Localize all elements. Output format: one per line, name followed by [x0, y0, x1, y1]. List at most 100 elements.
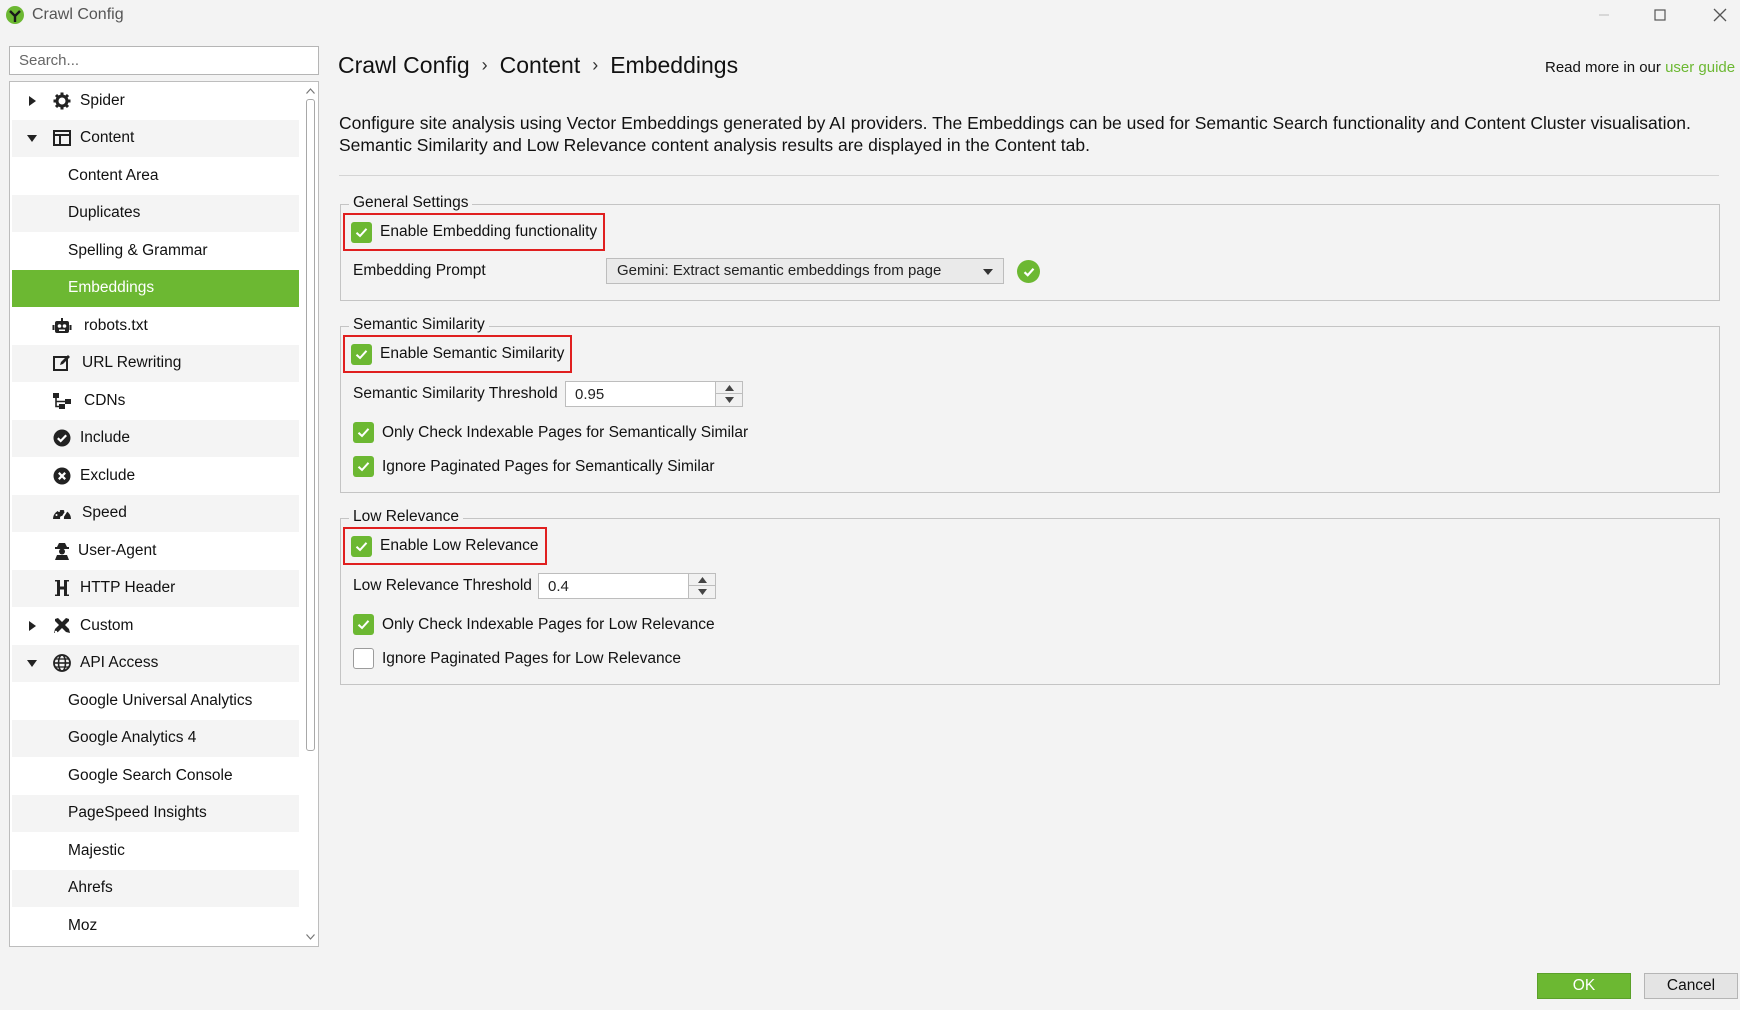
sidebar-item-label: User-Agent	[78, 541, 157, 559]
sidebar-item-label: Google Analytics 4	[68, 729, 197, 747]
sidebar-item-label: Moz	[68, 916, 98, 934]
scroll-up-icon[interactable]	[305, 86, 316, 97]
sidebar-scrollbar[interactable]	[302, 82, 318, 946]
stepper-buttons	[688, 574, 715, 598]
group-legend: General Settings	[349, 194, 473, 212]
general-settings-group: General Settings Enable Embedding functi…	[340, 194, 1720, 301]
sidebar-item-google-search-console[interactable]: Google Search Console	[12, 757, 299, 795]
breadcrumb: Crawl Config › Content › Embeddings	[338, 52, 738, 79]
cancel-button[interactable]: Cancel	[1644, 973, 1738, 999]
minimize-button[interactable]	[1581, 0, 1627, 30]
chevron-down-icon	[983, 269, 993, 275]
sidebar-item-user-agent[interactable]: User-Agent	[12, 532, 299, 570]
enable-embedding-checkbox[interactable]: Enable Embedding functionality	[342, 213, 606, 251]
checkbox-label: Only Check Indexable Pages for Low Relev…	[382, 615, 715, 633]
sidebar-item-content-area[interactable]: Content Area	[12, 157, 299, 195]
sidebar-item-pagespeed-insights[interactable]: PageSpeed Insights	[12, 794, 299, 832]
group-legend: Semantic Similarity	[349, 316, 489, 334]
sidebar-item-ahrefs[interactable]: Ahrefs	[12, 869, 299, 907]
stepper-value[interactable]: 0.95	[575, 386, 604, 403]
checkbox-checked-icon[interactable]	[351, 535, 372, 557]
sidebar-item-url-rewriting[interactable]: URL Rewriting	[12, 344, 299, 382]
embedding-prompt-select[interactable]: Gemini: Extract semantic embeddings from…	[606, 258, 1004, 284]
semantic-indexable-checkbox[interactable]: Only Check Indexable Pages for Semantica…	[353, 422, 748, 443]
read-more: Read more in our user guide	[1545, 59, 1735, 76]
low-paginated-checkbox[interactable]: Ignore Paginated Pages for Low Relevance	[353, 648, 681, 669]
sidebar-item-include[interactable]: Include	[12, 419, 299, 457]
user-guide-link[interactable]: user guide	[1665, 59, 1735, 76]
sidebar-item-label: Spider	[80, 91, 125, 109]
sidebar-item-google-universal-analytics[interactable]: Google Universal Analytics	[12, 682, 299, 720]
semantic-threshold-stepper[interactable]: 0.95	[565, 381, 743, 407]
expand-arrow-icon[interactable]	[26, 95, 38, 107]
breadcrumb-item[interactable]: Crawl Config	[338, 52, 470, 79]
sidebar-item-label: Content Area	[68, 166, 159, 184]
checkbox-checked-icon[interactable]	[353, 614, 374, 635]
sidebar-item-spider[interactable]: Spider	[12, 82, 299, 120]
read-more-text: Read more in our	[1545, 59, 1666, 76]
enable-low-relevance-checkbox[interactable]: Enable Low Relevance	[343, 527, 547, 565]
enable-semantic-similarity-checkbox[interactable]: Enable Semantic Similarity	[342, 335, 573, 373]
checkbox-unchecked-icon[interactable]	[353, 648, 374, 669]
breadcrumb-item[interactable]: Content	[500, 52, 581, 79]
sidebar-item-api-access[interactable]: API Access	[12, 644, 299, 682]
sidebar-item-http-header[interactable]: HTTP Header	[12, 569, 299, 607]
sidebar-item-spelling-grammar[interactable]: Spelling & Grammar	[12, 232, 299, 270]
low-threshold-label: Low Relevance Threshold	[353, 577, 532, 594]
sidebar-tree: Spider Content Content Area Duplicates S…	[9, 81, 319, 947]
sidebar-item-content[interactable]: Content	[12, 119, 299, 157]
sidebar-item-label: Exclude	[80, 466, 136, 484]
sidebar-item-cdns[interactable]: CDNs	[12, 382, 299, 420]
close-icon	[1713, 8, 1727, 22]
collapse-arrow-icon[interactable]	[26, 657, 38, 669]
scroll-down-icon[interactable]	[305, 931, 316, 942]
sidebar-item-robots-txt[interactable]: robots.txt	[12, 307, 299, 345]
low-indexable-checkbox[interactable]: Only Check Indexable Pages for Low Relev…	[353, 614, 715, 635]
checkbox-label: Enable Semantic Similarity	[380, 345, 565, 362]
sidebar-item-label: CDNs	[84, 391, 126, 409]
sidebar-item-majestic[interactable]: Majestic	[12, 832, 299, 870]
sidebar-item-google-analytics-4[interactable]: Google Analytics 4	[12, 719, 299, 757]
sidebar-item-duplicates[interactable]: Duplicates	[12, 194, 299, 232]
tools-icon	[52, 616, 72, 636]
scrollbar-thumb[interactable]	[306, 99, 315, 751]
checkbox-label: Ignore Paginated Pages for Low Relevance	[382, 649, 682, 667]
decrement-icon[interactable]	[716, 394, 742, 406]
sidebar-item-label: Include	[80, 429, 130, 447]
sidebar-item-label: Speed	[82, 504, 127, 522]
checkbox-checked-icon[interactable]	[351, 343, 372, 365]
sidebar-item-label: Embeddings	[68, 279, 155, 297]
low-threshold-stepper[interactable]: 0.4	[538, 573, 716, 599]
search-input[interactable]	[9, 46, 319, 75]
sidebar-item-label: Content	[80, 129, 135, 147]
checkbox-checked-icon[interactable]	[353, 422, 374, 443]
robot-icon	[52, 316, 72, 336]
increment-icon[interactable]	[689, 574, 715, 586]
decrement-icon[interactable]	[689, 586, 715, 598]
maximize-button[interactable]	[1637, 0, 1683, 30]
close-button[interactable]	[1697, 0, 1740, 30]
checkbox-label: Only Check Indexable Pages for Semantica…	[382, 423, 749, 441]
edit-icon	[52, 353, 72, 373]
breadcrumb-separator: ›	[592, 55, 599, 75]
sidebar-item-moz[interactable]: Moz	[12, 907, 299, 945]
ok-button[interactable]: OK	[1537, 973, 1631, 999]
increment-icon[interactable]	[716, 382, 742, 394]
expand-arrow-icon[interactable]	[26, 620, 38, 632]
sidebar-item-label: URL Rewriting	[82, 354, 182, 372]
stepper-value[interactable]: 0.4	[548, 578, 569, 595]
low-relevance-group: Low Relevance Enable Low Relevance Low R…	[340, 508, 1720, 685]
collapse-arrow-icon[interactable]	[26, 132, 38, 144]
title-bar: Crawl Config	[0, 0, 1740, 30]
sidebar-item-exclude[interactable]: Exclude	[12, 457, 299, 495]
minimize-icon	[1599, 14, 1609, 16]
semantic-threshold-label: Semantic Similarity Threshold	[353, 385, 558, 402]
checkbox-checked-icon[interactable]	[351, 221, 372, 243]
checkbox-checked-icon[interactable]	[353, 456, 374, 477]
window-title: Crawl Config	[32, 6, 124, 23]
semantic-paginated-checkbox[interactable]: Ignore Paginated Pages for Semantically …	[353, 456, 715, 477]
checkbox-label: Ignore Paginated Pages for Semantically …	[382, 457, 715, 475]
sidebar-item-speed[interactable]: Speed	[12, 494, 299, 532]
sidebar-item-custom[interactable]: Custom	[12, 607, 299, 645]
sidebar-item-embeddings[interactable]: Embeddings	[12, 269, 299, 307]
